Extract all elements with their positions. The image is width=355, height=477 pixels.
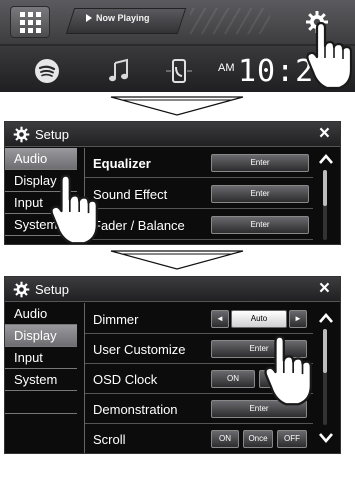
settings-row-dimmer: Dimmer ◄ Auto ► (85, 305, 313, 334)
apps-grid-icon (19, 11, 41, 33)
osd-clock-label: OSD Clock (93, 372, 158, 387)
sidebar-item-audio[interactable]: Audio (5, 148, 77, 170)
scrollbar-thumb[interactable] (323, 329, 327, 373)
play-icon (86, 14, 92, 22)
now-playing-label: Now Playing (96, 13, 150, 23)
osd-clock-on-button[interactable]: ON (211, 370, 255, 388)
settings-row-equalizer: Equalizer Enter (85, 148, 313, 178)
setup-screen-audio: Setup × Audio Display Input System Equal… (4, 121, 341, 245)
fader-balance-label: Fader / Balance (93, 218, 185, 233)
settings-row-fader-balance: Fader / Balance Enter (85, 210, 313, 240)
gear-icon (13, 126, 30, 143)
user-customize-label: User Customize (93, 342, 186, 357)
settings-row-sound-effect: Sound Effect Enter (85, 179, 313, 209)
dimmer-value: Auto (231, 310, 287, 328)
sidebar-item-audio[interactable]: Audio (5, 303, 77, 325)
scroll-on-button[interactable]: ON (211, 430, 239, 448)
setup-title-bar: Setup × (5, 122, 340, 147)
fader-balance-enter-button[interactable]: Enter (211, 216, 309, 234)
decorative-stripes (190, 8, 270, 34)
scroll-label: Scroll (93, 432, 126, 447)
phone-icon[interactable] (166, 58, 192, 84)
am-pm-indicator: AM (218, 62, 235, 74)
sound-effect-label: Sound Effect (93, 187, 168, 202)
gear-icon (13, 281, 30, 298)
music-note-icon[interactable] (106, 58, 132, 84)
settings-row-partial (85, 241, 313, 244)
setup-title: Setup (35, 127, 69, 142)
scrollbar-thumb[interactable] (323, 170, 327, 206)
equalizer-label: Equalizer (93, 156, 151, 171)
sidebar-item-empty (5, 391, 77, 414)
home-screen: Now Playing AM 10:28 (0, 0, 355, 92)
dimmer-label: Dimmer (93, 312, 139, 327)
sidebar-item-display[interactable]: Display (5, 325, 77, 347)
chevron-up-icon[interactable] (319, 154, 333, 164)
spotify-icon[interactable] (34, 58, 60, 84)
equalizer-enter-button[interactable]: Enter (211, 154, 309, 172)
close-icon[interactable]: × (319, 278, 330, 300)
settings-row-scroll: Scroll ON Once OFF (85, 425, 313, 453)
setup-title: Setup (35, 282, 69, 297)
chevron-down-icon[interactable] (319, 433, 333, 443)
scroll-once-button[interactable]: Once (243, 430, 273, 448)
setup-title-bar: Setup × (5, 277, 340, 302)
chevron-up-icon[interactable] (319, 313, 333, 323)
pointing-hand-icon (306, 22, 353, 90)
pointing-hand-icon (50, 174, 98, 244)
dimmer-right-button[interactable]: ► (289, 310, 307, 328)
sidebar-item-system[interactable]: System (5, 369, 77, 391)
down-arrow-icon (110, 96, 244, 116)
dimmer-left-button[interactable]: ◄ (211, 310, 229, 328)
setup-sidebar: Audio Display Input System (5, 303, 77, 414)
setup-screen-display: Setup × Audio Display Input System Dimme… (4, 276, 341, 454)
close-icon[interactable]: × (319, 123, 330, 145)
down-arrow-icon (110, 250, 244, 270)
apps-button[interactable] (10, 6, 50, 38)
sidebar-item-input[interactable]: Input (5, 347, 77, 369)
sound-effect-enter-button[interactable]: Enter (211, 185, 309, 203)
scroll-off-button[interactable]: OFF (277, 430, 307, 448)
pointing-hand-icon (264, 335, 312, 406)
demonstration-label: Demonstration (93, 402, 178, 417)
